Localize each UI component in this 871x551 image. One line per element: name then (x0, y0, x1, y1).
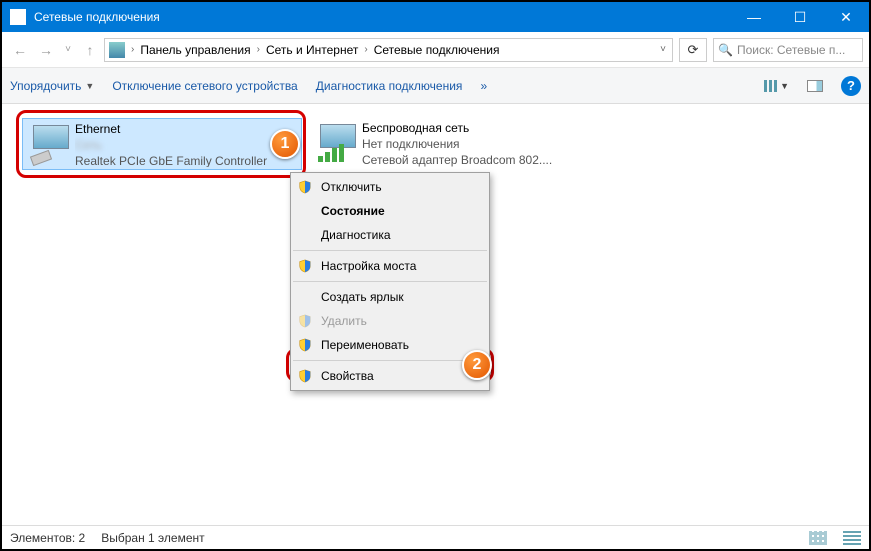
close-button[interactable]: ✕ (823, 2, 869, 32)
menu-separator (293, 360, 487, 361)
menu-rename[interactable]: Переименовать (291, 333, 489, 357)
status-bar: Элементов: 2 Выбран 1 элемент (2, 525, 869, 549)
menu-disable[interactable]: Отключить (291, 175, 489, 199)
tiles-view-icon (764, 80, 778, 92)
shield-icon (297, 368, 313, 384)
menu-status[interactable]: Состояние (291, 199, 489, 223)
breadcrumb-item[interactable]: Сеть и Интернет (266, 43, 358, 57)
diagnose-button[interactable]: Диагностика подключения (316, 79, 463, 93)
recent-button[interactable]: ˅ (60, 38, 76, 62)
dropdown-chevron-icon[interactable]: ˅ (660, 44, 666, 55)
item-count: Элементов: 2 (10, 531, 85, 545)
shield-icon (297, 337, 313, 353)
annotation-badge-2: 2 (462, 350, 492, 380)
menu-separator (293, 281, 487, 282)
shield-icon (297, 179, 313, 195)
context-menu: Отключить Состояние Диагностика Настройк… (290, 172, 490, 391)
breadcrumb[interactable]: › Панель управления › Сеть и Интернет › … (104, 38, 673, 62)
back-button[interactable]: ← (8, 38, 32, 62)
menu-delete: Удалить (291, 309, 489, 333)
view-mode-button[interactable]: ▼ (764, 80, 789, 92)
tiles-view-icon[interactable] (809, 531, 827, 545)
shield-icon (297, 258, 313, 274)
connection-status: Нет подключения (362, 136, 552, 152)
organize-menu[interactable]: Упорядочить ▼ (10, 79, 94, 93)
dropdown-chevron-icon: ▼ (85, 81, 94, 91)
connection-device: Сетевой адаптер Broadcom 802.... (362, 152, 552, 168)
minimize-button[interactable]: — (731, 2, 777, 32)
menu-separator (293, 250, 487, 251)
control-panel-icon (109, 42, 125, 58)
menu-bridge[interactable]: Настройка моста (291, 254, 489, 278)
search-input[interactable]: 🔍 Поиск: Сетевые п... (713, 38, 863, 62)
address-bar: ← → ˅ ↑ › Панель управления › Сеть и Инт… (2, 32, 869, 68)
preview-pane-icon (807, 80, 823, 92)
menu-create-shortcut[interactable]: Создать ярлык (291, 285, 489, 309)
content-area: Ethernet Сеть Realtek PCIe GbE Family Co… (2, 104, 869, 525)
preview-pane-button[interactable] (807, 80, 823, 92)
up-button[interactable]: ↑ (78, 38, 102, 62)
window-title: Сетевые подключения (34, 10, 731, 24)
more-commands-button[interactable]: » (480, 79, 487, 93)
connection-status: Сеть (75, 137, 267, 153)
chevron-right-icon: › (364, 44, 367, 55)
connection-ethernet[interactable]: Ethernet Сеть Realtek PCIe GbE Family Co… (22, 118, 302, 170)
maximize-button[interactable]: ☐ (777, 2, 823, 32)
connection-name: Беспроводная сеть (362, 120, 552, 136)
forward-button[interactable]: → (34, 38, 58, 62)
breadcrumb-item[interactable]: Панель управления (140, 43, 250, 57)
shield-icon (297, 313, 313, 329)
titlebar: Сетевые подключения — ☐ ✕ (2, 2, 869, 32)
chevron-right-icon: › (131, 44, 134, 55)
app-icon (10, 9, 26, 25)
breadcrumb-item[interactable]: Сетевые подключения (374, 43, 500, 57)
disable-device-button[interactable]: Отключение сетевого устройства (112, 79, 297, 93)
chevron-right-icon: › (257, 44, 260, 55)
menu-diagnostics[interactable]: Диагностика (291, 223, 489, 247)
ethernet-icon (27, 121, 75, 169)
connection-name: Ethernet (75, 121, 267, 137)
menu-properties[interactable]: Свойства (291, 364, 489, 388)
selection-count: Выбран 1 элемент (101, 531, 204, 545)
connection-device: Realtek PCIe GbE Family Controller (75, 153, 267, 167)
connection-wifi[interactable]: Беспроводная сеть Нет подключения Сетево… (310, 118, 590, 170)
window-controls: — ☐ ✕ (731, 2, 869, 32)
wifi-icon (314, 120, 362, 168)
search-icon: 🔍 (718, 43, 733, 57)
help-button[interactable]: ? (841, 76, 861, 96)
search-placeholder: Поиск: Сетевые п... (737, 43, 845, 57)
organize-label: Упорядочить (10, 79, 81, 93)
command-bar: Упорядочить ▼ Отключение сетевого устрой… (2, 68, 869, 104)
details-view-icon[interactable] (843, 531, 861, 545)
refresh-button[interactable]: ⟳ (679, 38, 707, 62)
annotation-badge-1: 1 (270, 129, 300, 159)
